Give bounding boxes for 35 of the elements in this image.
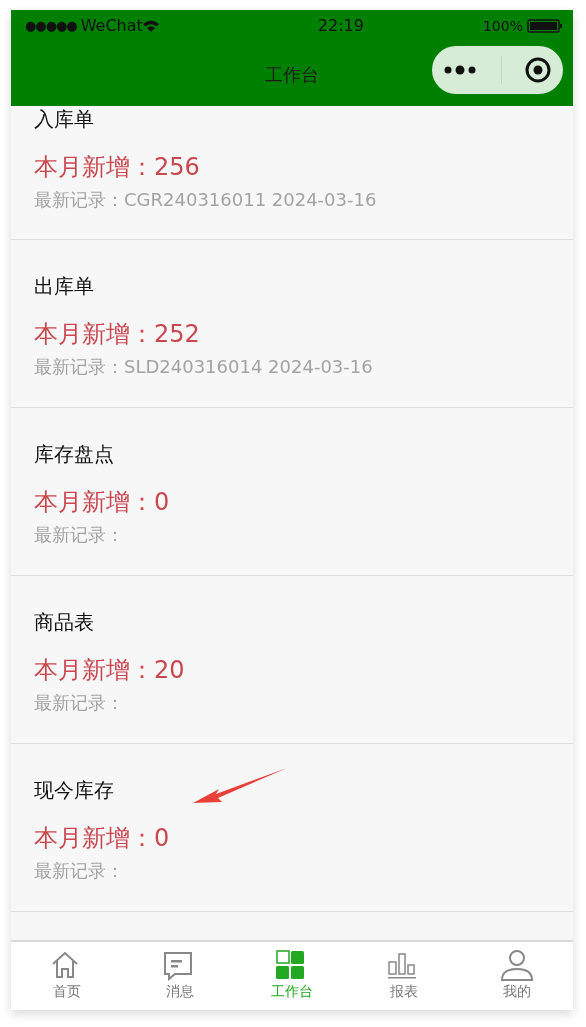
latest-record: 最新记录：SLD240316014 2024-03-16 (34, 356, 373, 377)
signal-text: ●●●●● (25, 17, 77, 36)
monthly-count: 本月新增：20 (34, 656, 185, 684)
page-title: 工作台 (265, 62, 319, 87)
clock-text: 22:19 (317, 15, 364, 37)
card-title: 商品表 (34, 610, 94, 634)
card-background[interactable]: 入库单 本月新增：256 最新记录：CGR240316011 2024-03-16 (11, 106, 573, 240)
battery-icon (527, 19, 563, 33)
card-title: 出库单 (34, 274, 94, 298)
user-icon (499, 950, 534, 981)
carrier-text: WeChat (80, 15, 143, 37)
monthly-count: 本月新增：256 (34, 153, 200, 181)
battery-text: 100% (482, 16, 523, 36)
more-icon (443, 65, 478, 75)
tab-item[interactable]: 我的 (460, 942, 573, 1010)
card-title: 现今库存 (34, 778, 114, 802)
tab-item[interactable]: 报表 (348, 942, 461, 1010)
card-title: 入库单 (34, 107, 94, 131)
card-background[interactable]: 商品表 本月新增：20 最新记录： (11, 576, 573, 744)
latest-record: 最新记录： (34, 860, 124, 881)
card-background[interactable]: 现今库存 本月新增：0 最新记录： (11, 744, 573, 912)
tab-item[interactable]: 消息 (123, 942, 236, 1010)
tab-item[interactable]: 首页 (11, 942, 124, 1010)
target-icon (525, 57, 552, 83)
monthly-count: 本月新增：252 (34, 320, 200, 348)
latest-record: 最新记录：CGR240316011 2024-03-16 (34, 189, 377, 210)
wifi-icon (142, 19, 159, 33)
monthly-count: 本月新增：0 (34, 824, 170, 852)
monthly-count: 本月新增：0 (34, 488, 170, 516)
card-background[interactable]: 出库单 本月新增：252 最新记录：SLD240316014 2024-03-16 (11, 240, 573, 408)
card-title: 库存盘点 (34, 442, 114, 466)
card-background[interactable]: 库存盘点 本月新增：0 最新记录： (11, 408, 573, 576)
latest-record: 最新记录： (34, 524, 124, 545)
capsule-button[interactable] (432, 46, 563, 94)
latest-record: 最新记录： (34, 692, 124, 713)
